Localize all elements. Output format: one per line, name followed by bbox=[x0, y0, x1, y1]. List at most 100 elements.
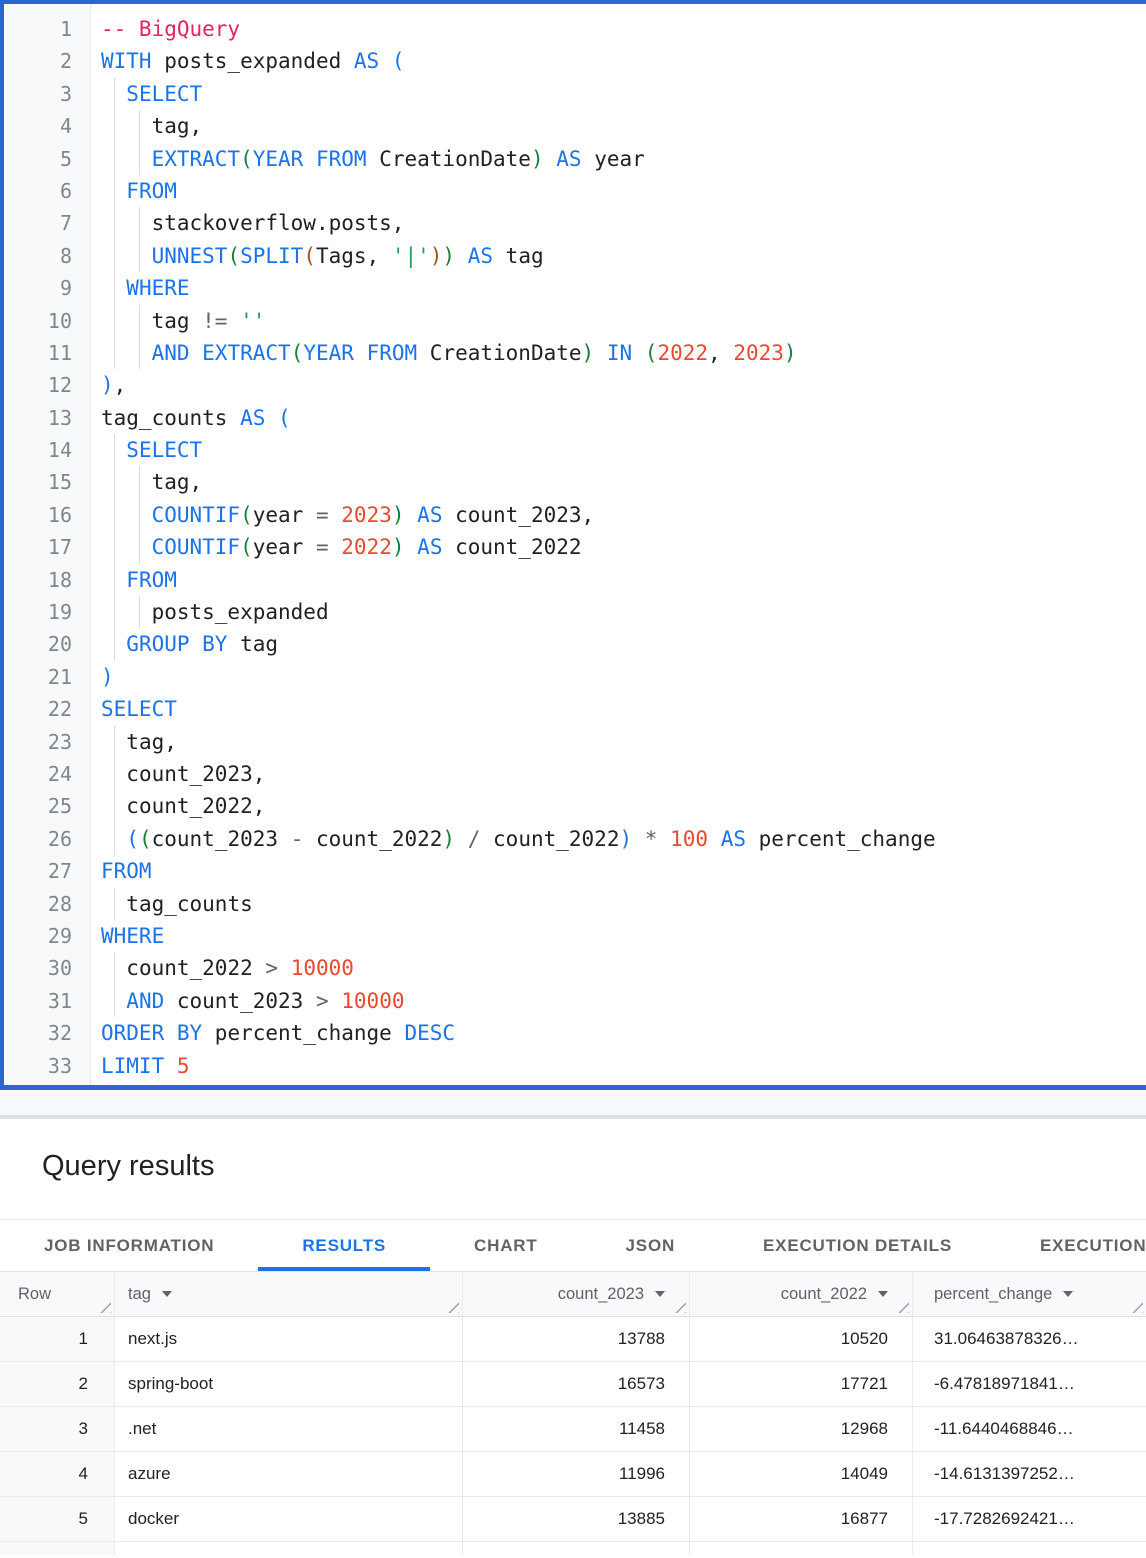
table-row: 1next.js137881052031.06463878326… bbox=[0, 1317, 1146, 1362]
code-token: ) bbox=[101, 665, 114, 689]
code-token: tag_counts bbox=[101, 406, 240, 430]
code-line[interactable]: 1-- BigQuery bbox=[4, 13, 1146, 45]
code-line[interactable]: 14 SELECT bbox=[4, 434, 1146, 466]
code-line[interactable]: 12), bbox=[4, 369, 1146, 401]
code-token: != bbox=[202, 309, 227, 333]
sort-arrow-icon[interactable] bbox=[1063, 1291, 1073, 1297]
tab-chart[interactable]: CHART bbox=[430, 1220, 582, 1271]
code-token: FROM bbox=[126, 179, 177, 203]
code-line[interactable]: 20 GROUP BY tag bbox=[4, 628, 1146, 660]
code-token: UNNEST bbox=[152, 244, 228, 268]
sort-arrow-icon[interactable] bbox=[878, 1291, 888, 1297]
code-token: stackoverflow.posts, bbox=[152, 211, 405, 235]
cell-count_2022: 14049 bbox=[690, 1452, 913, 1496]
code-token bbox=[329, 503, 342, 527]
code-line[interactable]: 22SELECT bbox=[4, 693, 1146, 725]
code-token: ) bbox=[619, 827, 632, 851]
panel-divider bbox=[0, 1090, 1146, 1119]
code-line[interactable]: 29WHERE bbox=[4, 920, 1146, 952]
header-cell-count_2022[interactable]: count_2022 bbox=[690, 1272, 913, 1316]
row-number-cell: 5 bbox=[0, 1497, 115, 1541]
tab-execution-graph[interactable]: EXECUTION GRAPH bbox=[996, 1220, 1146, 1271]
empty-cell bbox=[0, 1542, 115, 1555]
code-token: percent_change bbox=[202, 1021, 404, 1045]
tab-execution-details[interactable]: EXECUTION DETAILS bbox=[719, 1220, 996, 1271]
table-row: 3.net1145812968-11.6440468846… bbox=[0, 1407, 1146, 1452]
line-number: 22 bbox=[4, 693, 90, 725]
code-line[interactable]: 15 tag, bbox=[4, 466, 1146, 498]
code-line[interactable]: 7 stackoverflow.posts, bbox=[4, 207, 1146, 239]
code-token: AS bbox=[417, 503, 442, 527]
line-number: 24 bbox=[4, 758, 90, 790]
line-number: 18 bbox=[4, 564, 90, 596]
code-token: AS bbox=[721, 827, 746, 851]
code-line[interactable]: 26 ((count_2023 - count_2022) / count_20… bbox=[4, 823, 1146, 855]
indent-guide-line bbox=[114, 628, 115, 660]
code-token: ( bbox=[139, 827, 152, 851]
code-text: ), bbox=[90, 369, 1146, 401]
code-text: LIMIT 5 bbox=[90, 1050, 1146, 1082]
results-tab-bar: JOB INFORMATIONRESULTSCHARTJSONEXECUTION… bbox=[0, 1219, 1146, 1271]
code-line[interactable]: 10 tag != '' bbox=[4, 305, 1146, 337]
code-token: count_2022 bbox=[126, 956, 265, 980]
code-line[interactable]: 16 COUNTIF(year = 2023) AS count_2023, bbox=[4, 499, 1146, 531]
column-resize-handle[interactable] bbox=[675, 1302, 686, 1313]
tab-results[interactable]: RESULTS bbox=[258, 1220, 430, 1271]
sort-arrow-icon[interactable] bbox=[655, 1291, 665, 1297]
code-line[interactable]: 33LIMIT 5 bbox=[4, 1050, 1146, 1082]
code-line[interactable]: 5 EXTRACT(YEAR FROM CreationDate) AS yea… bbox=[4, 143, 1146, 175]
row-number-cell: 1 bbox=[0, 1317, 115, 1361]
code-line[interactable]: 4 tag, bbox=[4, 110, 1146, 142]
code-line[interactable]: 23 tag, bbox=[4, 726, 1146, 758]
code-line[interactable]: 3 SELECT bbox=[4, 78, 1146, 110]
code-line[interactable]: 13tag_counts AS ( bbox=[4, 402, 1146, 434]
tab-json[interactable]: JSON bbox=[582, 1220, 720, 1271]
code-line[interactable]: 21) bbox=[4, 661, 1146, 693]
code-line[interactable]: 8 UNNEST(SPLIT(Tags, '|')) AS tag bbox=[4, 240, 1146, 272]
row-number-cell: 2 bbox=[0, 1362, 115, 1406]
code-token: WHERE bbox=[101, 924, 164, 948]
code-token: SPLIT bbox=[240, 244, 303, 268]
code-text: count_2023, bbox=[90, 758, 1146, 790]
code-token: ) bbox=[101, 373, 114, 397]
sort-arrow-icon[interactable] bbox=[162, 1291, 172, 1297]
column-resize-handle[interactable] bbox=[1132, 1302, 1143, 1313]
code-line[interactable]: 9 WHERE bbox=[4, 272, 1146, 304]
code-token: WITH bbox=[101, 49, 152, 73]
code-token bbox=[405, 535, 418, 559]
code-token: 5 bbox=[177, 1054, 190, 1078]
header-cell-percent_change[interactable]: percent_change bbox=[913, 1272, 1146, 1316]
code-token bbox=[455, 244, 468, 268]
sql-editor[interactable]: 1-- BigQuery2WITH posts_expanded AS (3 S… bbox=[0, 0, 1146, 1090]
code-line[interactable]: 27FROM bbox=[4, 855, 1146, 887]
code-line[interactable]: 19 posts_expanded bbox=[4, 596, 1146, 628]
code-line[interactable]: 25 count_2022, bbox=[4, 790, 1146, 822]
code-line[interactable]: 28 tag_counts bbox=[4, 888, 1146, 920]
tab-job-information[interactable]: JOB INFORMATION bbox=[0, 1220, 258, 1271]
code-line[interactable]: 30 count_2022 > 10000 bbox=[4, 952, 1146, 984]
line-number: 33 bbox=[4, 1050, 90, 1082]
code-line[interactable]: 11 AND EXTRACT(YEAR FROM CreationDate) I… bbox=[4, 337, 1146, 369]
code-token: GROUP BY bbox=[126, 632, 227, 656]
indent-guide-line bbox=[139, 337, 140, 369]
query-results-title: Query results bbox=[0, 1119, 1146, 1183]
code-line[interactable]: 2WITH posts_expanded AS ( bbox=[4, 45, 1146, 77]
code-line[interactable]: 31 AND count_2023 > 10000 bbox=[4, 985, 1146, 1017]
code-line[interactable]: 24 count_2023, bbox=[4, 758, 1146, 790]
column-resize-handle[interactable] bbox=[898, 1302, 909, 1313]
column-resize-handle[interactable] bbox=[100, 1302, 111, 1313]
header-cell-tag[interactable]: tag bbox=[115, 1272, 463, 1316]
header-cell-row[interactable]: Row bbox=[0, 1272, 115, 1316]
indent-guide-line bbox=[114, 564, 115, 596]
code-line[interactable]: 32ORDER BY percent_change DESC bbox=[4, 1017, 1146, 1049]
code-line[interactable]: 18 FROM bbox=[4, 564, 1146, 596]
column-resize-handle[interactable] bbox=[448, 1302, 459, 1313]
code-token: 10000 bbox=[291, 956, 354, 980]
header-cell-count_2023[interactable]: count_2023 bbox=[463, 1272, 690, 1316]
code-token: EXTRACT bbox=[202, 341, 291, 365]
code-token: - bbox=[291, 827, 304, 851]
code-token: AND bbox=[126, 989, 164, 1013]
code-token: year bbox=[582, 147, 645, 171]
code-line[interactable]: 6 FROM bbox=[4, 175, 1146, 207]
code-line[interactable]: 17 COUNTIF(year = 2022) AS count_2022 bbox=[4, 531, 1146, 563]
